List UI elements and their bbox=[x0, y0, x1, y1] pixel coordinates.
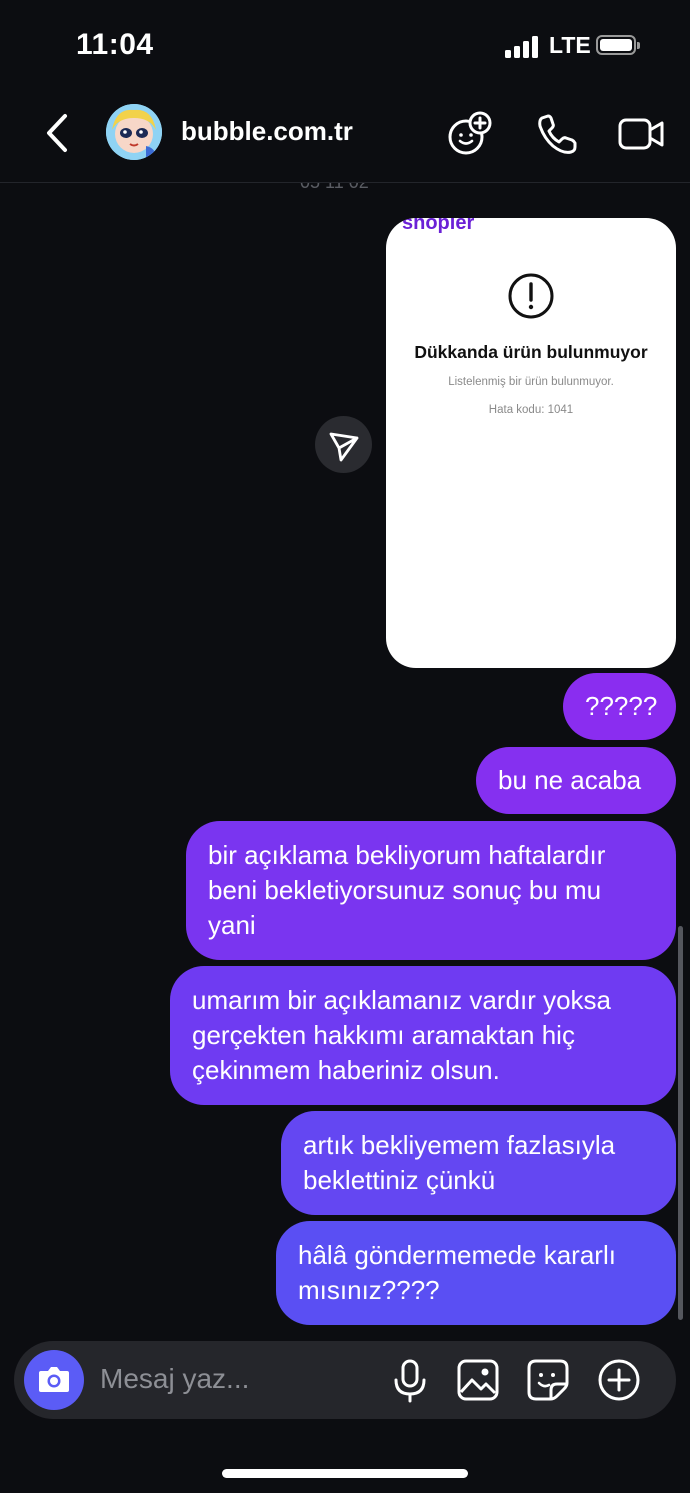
message-bubble[interactable]: ????? bbox=[563, 673, 676, 740]
message-bubble[interactable]: artık bekliyemem fazlasıyla beklettiniz … bbox=[281, 1111, 676, 1215]
brand-logo: shopier bbox=[402, 218, 475, 234]
error-code: Hata kodu: 1041 bbox=[488, 404, 574, 416]
status-bar: 11:04 LTE bbox=[0, 0, 690, 90]
send-icon bbox=[329, 432, 359, 462]
message-bubble[interactable]: bir açıklama bekliyorum haftalardır beni… bbox=[186, 821, 676, 960]
share-button[interactable] bbox=[315, 416, 372, 473]
video-camera-icon[interactable] bbox=[618, 110, 666, 158]
chat-header: bubble.com.tr bbox=[0, 90, 690, 183]
avatar[interactable] bbox=[106, 104, 162, 160]
shared-screenshot-card[interactable]: shopier Dükkanda ürün bulunmuyor Listele… bbox=[386, 218, 676, 668]
gallery-icon[interactable] bbox=[454, 1356, 502, 1404]
signal-strength-icon bbox=[505, 36, 541, 58]
card-title: Dükkanda ürün bulunmuyor bbox=[414, 342, 648, 362]
message-input[interactable]: Mesaj yaz... bbox=[100, 1363, 249, 1395]
add-sticker-icon[interactable] bbox=[445, 110, 493, 158]
alert-circle-icon bbox=[508, 273, 554, 319]
plus-circle-icon[interactable] bbox=[595, 1356, 643, 1404]
card-subtitle: Listelenmiş bir ürün bulunmuyor. bbox=[448, 376, 614, 388]
contact-name[interactable]: bubble.com.tr bbox=[181, 116, 353, 147]
chevron-left-icon[interactable] bbox=[40, 110, 76, 156]
message-bubble[interactable]: bu ne acaba bbox=[476, 747, 676, 814]
microphone-icon[interactable] bbox=[386, 1356, 434, 1404]
phone-icon[interactable] bbox=[533, 110, 581, 158]
home-indicator bbox=[222, 1469, 468, 1478]
message-bubble[interactable]: umarım bir açıklamanız vardır yoksa gerç… bbox=[170, 966, 676, 1105]
network-type: LTE bbox=[549, 32, 591, 58]
sticker-icon[interactable] bbox=[524, 1356, 572, 1404]
battery-icon bbox=[596, 35, 640, 55]
camera-icon bbox=[39, 1367, 69, 1392]
status-time: 11:04 bbox=[76, 28, 154, 61]
message-composer: Mesaj yaz... bbox=[14, 1341, 676, 1419]
scrollbar[interactable] bbox=[678, 926, 683, 1320]
message-bubble[interactable]: hâlâ göndermemede kararlı mısınız???? bbox=[276, 1221, 676, 1325]
camera-button[interactable] bbox=[24, 1350, 84, 1410]
